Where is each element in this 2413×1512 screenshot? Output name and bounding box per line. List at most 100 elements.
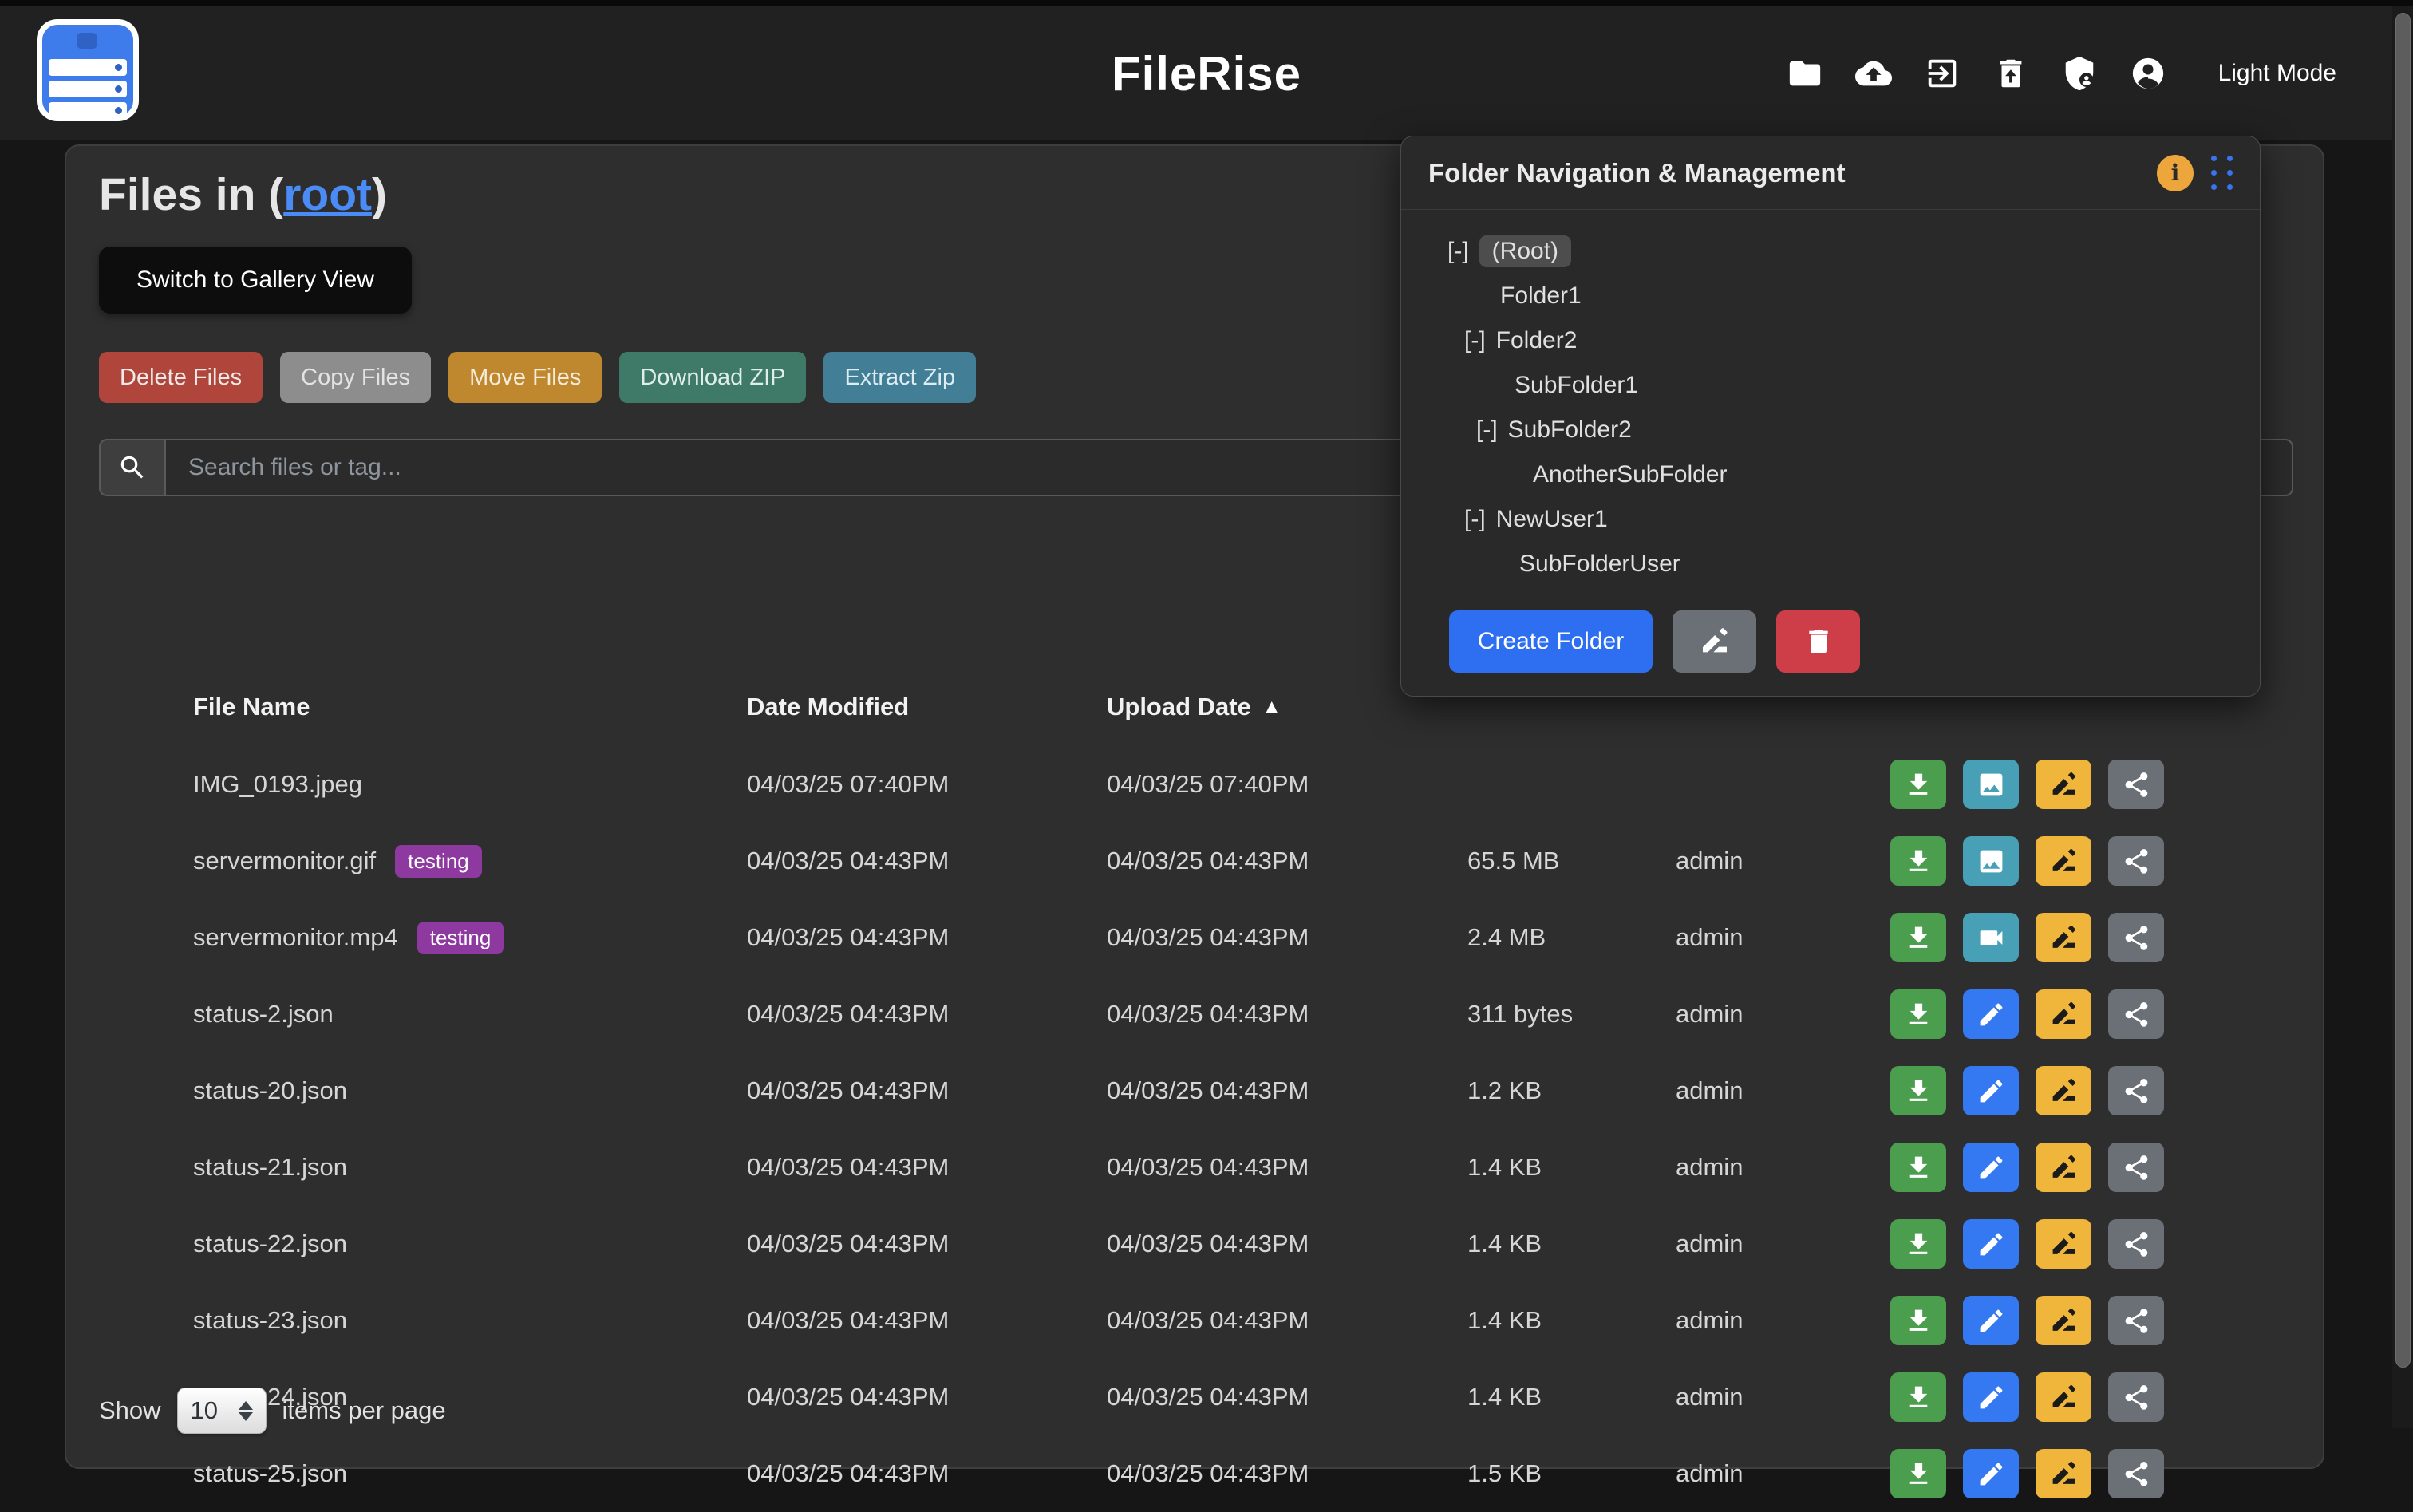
file-name[interactable]: status-23.json [193,1306,347,1335]
window-scrollbar[interactable] [2392,6,2413,1428]
share-button[interactable] [2108,1143,2164,1192]
column-header-file-name[interactable]: File Name [193,693,747,721]
column-header-date-modified[interactable]: Date Modified [747,693,1107,721]
tree-label[interactable]: Folder2 [1496,327,1578,354]
sort-ascending-icon[interactable]: ▲ [1262,696,1282,718]
file-name[interactable]: status-22.json [193,1230,347,1258]
download-button[interactable] [1890,1219,1946,1269]
rename-icon [1699,626,1731,657]
share-button[interactable] [2108,1066,2164,1115]
admin-shield-icon[interactable] [2060,54,2099,93]
file-name[interactable]: status-2.json [193,1000,334,1028]
rename-button[interactable] [2036,913,2091,962]
edit-file-button[interactable] [1963,1372,2019,1422]
extract-zip-button[interactable]: Extract Zip [823,352,976,403]
restore-trash-icon[interactable] [1992,54,2030,93]
download-button[interactable] [1890,913,1946,962]
delete-files-button[interactable]: Delete Files [99,352,263,403]
create-folder-button[interactable]: Create Folder [1449,610,1653,673]
edit-file-button[interactable] [1963,1143,2019,1192]
tree-label[interactable]: NewUser1 [1496,506,1608,533]
tree-item-subfolder2[interactable]: [-] SubFolder2 [1476,408,1632,452]
tree-label[interactable]: (Root) [1479,235,1571,267]
share-button[interactable] [2108,1219,2164,1269]
file-name[interactable]: servermonitor.gif [193,847,376,875]
column-header-upload-date[interactable]: Upload Date [1107,693,1251,721]
file-name[interactable]: IMG_0193.jpeg [193,770,362,799]
drag-handle-icon[interactable] [2211,156,2233,190]
rename-button[interactable] [2036,836,2091,886]
scrollbar-thumb[interactable] [2395,13,2411,1368]
preview-image-button[interactable] [1963,760,2019,809]
rename-button[interactable] [2036,1372,2091,1422]
expander-toggle[interactable]: [-] [1464,327,1486,354]
root-folder-link[interactable]: root [283,169,372,220]
move-files-button[interactable]: Move Files [448,352,602,403]
expander-toggle[interactable]: [-] [1476,416,1498,444]
theme-toggle[interactable]: Light Mode [2218,60,2336,87]
rename-button[interactable] [2036,1296,2091,1345]
expander-toggle[interactable]: [-] [1447,238,1469,265]
tree-label[interactable]: AnotherSubFolder [1533,461,1728,488]
expander-toggle[interactable]: [-] [1464,506,1486,533]
rename-button[interactable] [2036,1219,2091,1269]
edit-file-button[interactable] [1963,1219,2019,1269]
tree-label[interactable]: SubFolder2 [1508,416,1632,444]
preview-image-button[interactable] [1963,836,2019,886]
share-button[interactable] [2108,989,2164,1039]
logout-icon[interactable] [1923,54,1961,93]
folder-icon[interactable] [1786,54,1824,93]
date-modified: 04/03/25 04:43PM [747,1153,1107,1182]
file-name[interactable]: status-20.json [193,1076,347,1105]
tree-item-folder1[interactable]: Folder1 [1500,274,1582,318]
download-button[interactable] [1890,836,1946,886]
preview-video-button[interactable] [1963,913,2019,962]
tree-item-root[interactable]: [-] (Root) [1447,229,1571,274]
file-size: 311 bytes [1467,1000,1676,1028]
share-button[interactable] [2108,760,2164,809]
download-button[interactable] [1890,1143,1946,1192]
download-button[interactable] [1890,1449,1946,1498]
tree-label[interactable]: Folder1 [1500,282,1582,310]
rename-folder-button[interactable] [1673,610,1756,673]
edit-file-button[interactable] [1963,1066,2019,1115]
info-icon[interactable]: i [2157,155,2194,191]
download-button[interactable] [1890,989,1946,1039]
share-button[interactable] [2108,1296,2164,1345]
download-button[interactable] [1890,1296,1946,1345]
rename-button[interactable] [2036,989,2091,1039]
items-per-page-select[interactable]: 10 [177,1388,267,1434]
download-button[interactable] [1890,1066,1946,1115]
table-row: servermonitor.gif testing 04/03/25 04:43… [66,823,2323,899]
file-name[interactable]: status-21.json [193,1153,347,1182]
edit-file-button[interactable] [1963,1296,2019,1345]
download-button[interactable] [1890,760,1946,809]
rename-button[interactable] [2036,1143,2091,1192]
edit-file-button[interactable] [1963,1449,2019,1498]
rename-button[interactable] [2036,760,2091,809]
rename-button[interactable] [2036,1066,2091,1115]
rename-button[interactable] [2036,1449,2091,1498]
cloud-upload-icon[interactable] [1854,54,1893,93]
tree-item-subfolderuser[interactable]: SubFolderUser [1519,542,1680,586]
tree-item-anothersubfolder[interactable]: AnotherSubFolder [1533,452,1728,497]
account-circle-icon[interactable] [2129,54,2167,93]
share-button[interactable] [2108,836,2164,886]
switch-gallery-view-button[interactable]: Switch to Gallery View [99,247,412,314]
share-button[interactable] [2108,1449,2164,1498]
share-button[interactable] [2108,913,2164,962]
file-name[interactable]: servermonitor.mp4 [193,923,398,952]
edit-file-button[interactable] [1963,989,2019,1039]
tree-label[interactable]: SubFolder1 [1515,372,1638,399]
file-name[interactable]: status-25.json [193,1459,347,1488]
delete-folder-button[interactable] [1776,610,1860,673]
share-button[interactable] [2108,1372,2164,1422]
copy-files-button[interactable]: Copy Files [280,352,431,403]
tree-item-newuser1[interactable]: [-] NewUser1 [1464,497,1608,542]
tree-label[interactable]: SubFolderUser [1519,551,1680,578]
download-zip-button[interactable]: Download ZIP [619,352,806,403]
tree-item-folder2[interactable]: [-] Folder2 [1464,318,1577,363]
tree-item-subfolder1[interactable]: SubFolder1 [1515,363,1638,408]
date-modified: 04/03/25 04:43PM [747,1383,1107,1411]
download-button[interactable] [1890,1372,1946,1422]
